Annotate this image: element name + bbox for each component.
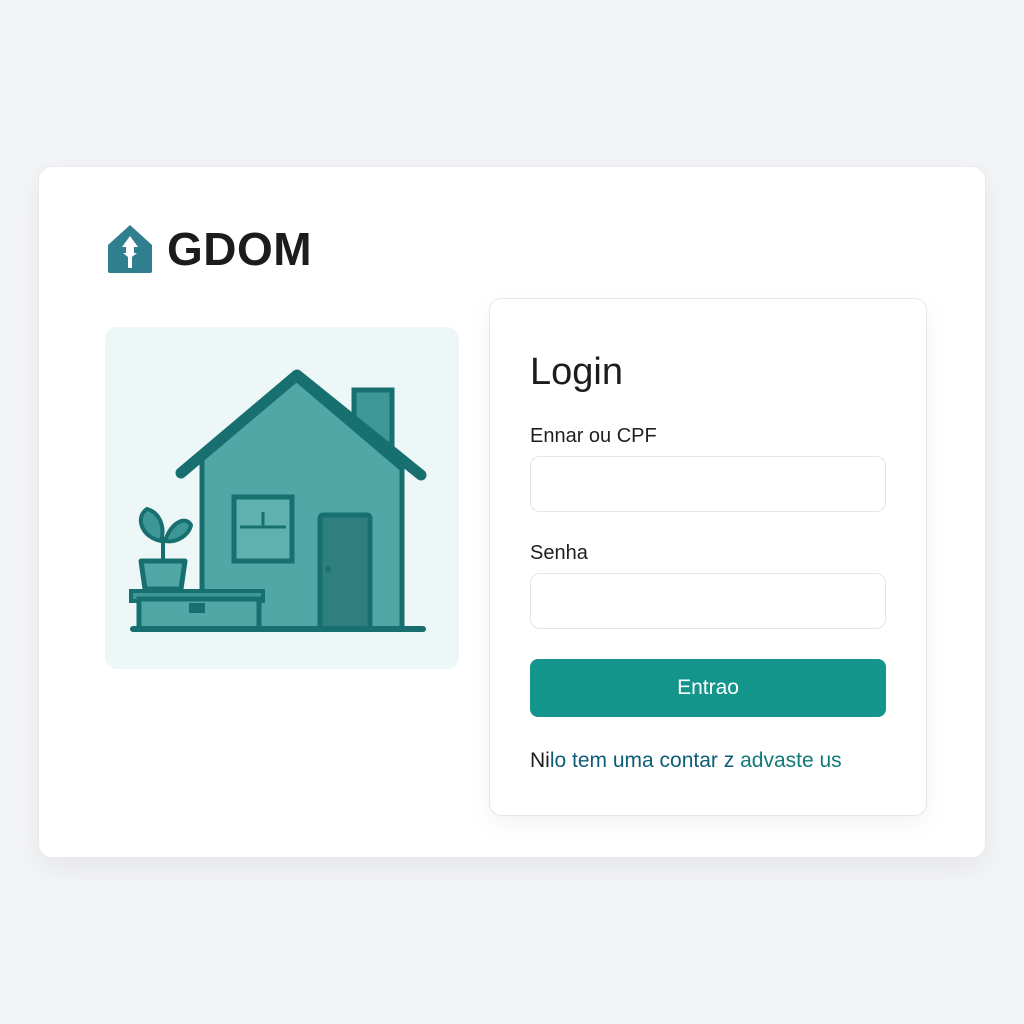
house-logo-icon (108, 225, 152, 273)
brand: GDOM (105, 223, 312, 275)
password-field-label: Senha (530, 542, 588, 564)
signup-prefix: Ni (530, 749, 550, 772)
house-illustration-icon (129, 369, 427, 632)
login-panel: Login Ennar ou CPF Senha Entrao Nilo tem… (489, 298, 927, 816)
brand-name: GDOM (167, 223, 313, 275)
user-field-label: Ennar ou CPF (530, 425, 657, 447)
user-input[interactable] (530, 456, 886, 512)
password-input[interactable] (530, 573, 886, 629)
signup-text: lo tem uma contar z (549, 749, 741, 772)
login-title: Login (530, 351, 623, 393)
login-submit-button[interactable]: Entrao (530, 659, 886, 717)
house-illustration (105, 327, 459, 669)
login-card: GDOM Login Ennar ou CPF Senha Entrao Nil… (38, 166, 986, 858)
signup-link[interactable]: advaste us (740, 749, 842, 772)
signup-prompt: Nilo tem uma contar z advaste us (530, 749, 842, 773)
